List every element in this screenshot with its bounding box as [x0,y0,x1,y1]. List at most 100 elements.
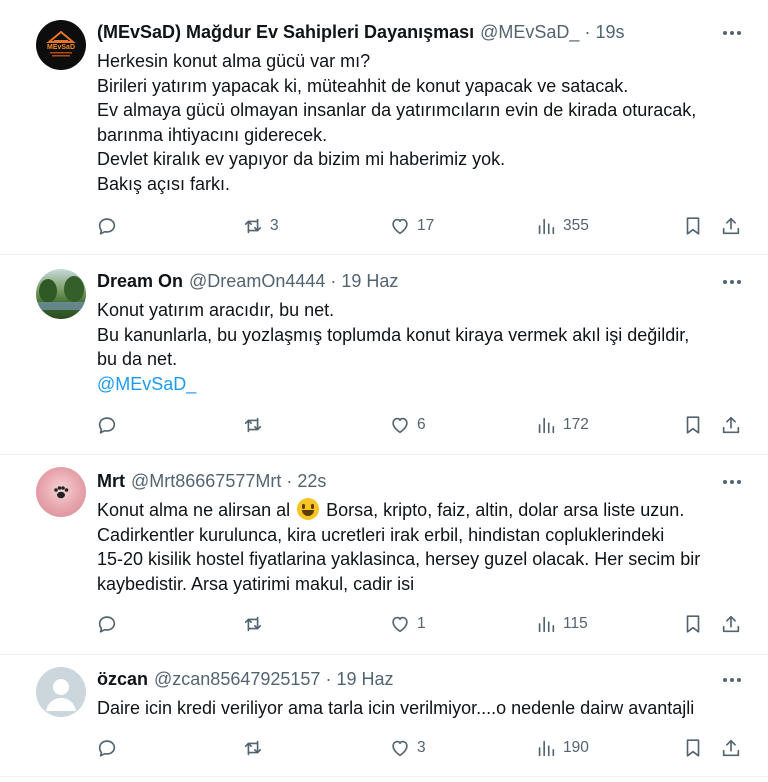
tweet-4[interactable]: özcan @zcan85647925157 · 19 Haz Daire ic… [0,655,768,777]
user-handle[interactable]: @DreamOn4444 [189,271,325,292]
like-button[interactable]: 17 [389,214,434,238]
tweet-line-start: Konut alma ne alirsan al [97,500,291,520]
bookmark-icon [686,416,700,434]
retweet-button[interactable] [242,612,270,636]
retweet-button[interactable] [242,736,270,760]
reply-button[interactable] [96,214,124,238]
share-icon [722,739,740,757]
reply-button[interactable] [96,736,124,760]
tweet-line-end: Borsa, kripto, faiz, altin, dolar arsa l… [326,500,685,520]
share-button[interactable] [720,612,742,636]
separator-dot: · [584,21,591,42]
timeline-feed: MEvSaD (MEvSaD) Mağdur Ev Sahipleri Daya… [0,0,768,782]
tweet-line: Konut alma ne alirsan al Borsa, kripto, … [97,498,747,523]
user-handle[interactable]: @zcan85647925157 [154,669,320,690]
avatar-dreamon[interactable] [36,269,86,319]
retweet-icon [244,616,262,632]
tweet-actions: 3 17 355 [0,214,768,238]
like-icon [392,218,408,235]
views-icon [538,417,555,434]
separator-dot: · [325,668,332,689]
more-icon[interactable] [720,470,744,494]
views-count: 355 [563,217,589,234]
more-icon[interactable] [720,270,744,294]
bookmark-icon [686,217,700,235]
like-button[interactable]: 3 [389,736,426,760]
tweet-header: Dream On @DreamOn4444 · 19 Haz [97,269,398,293]
mention-link[interactable]: @MEvSaD_ [97,372,747,397]
avatar-logo-text: MEvSaD [47,44,75,51]
retweet-icon [244,740,262,756]
tweet-line: Birileri yatırım yapacak ki, müteahhit d… [97,75,629,96]
like-icon [392,616,408,633]
like-icon [392,417,408,434]
tweet-line: bu da net. [97,349,178,369]
views-icon [538,740,555,757]
tweet-line: Devlet kiralık ev yapıyor da bizim mi ha… [97,149,506,169]
views-count: 190 [563,739,589,756]
retweet-button[interactable] [242,413,270,437]
reply-button[interactable] [96,413,124,437]
tweet-line: barınma ihtiyacını giderecek. [97,124,328,145]
display-name[interactable]: Mrt [97,471,125,492]
display-name[interactable]: (MEvSaD) Mağdur Ev Sahipleri Dayanışması [97,22,474,43]
bookmark-button[interactable] [682,612,704,636]
like-icon [392,740,408,757]
tweet-line: Cadirkentler kurulunca, kira ucretleri i… [97,524,665,545]
reply-icon [98,417,116,434]
reply-button[interactable] [96,612,124,636]
tweet-actions: 1 115 [0,612,768,636]
like-button[interactable]: 6 [389,413,426,437]
tweet-header: özcan @zcan85647925157 · 19 Haz [97,667,393,691]
share-button[interactable] [720,413,742,437]
tweet-time[interactable]: 19 Haz [336,669,393,690]
tweet-3[interactable]: Mrt @Mrt86667577Mrt · 22s Konut alma ne … [0,455,768,655]
bookmark-button[interactable] [682,214,704,238]
tweet-2[interactable]: Dream On @DreamOn4444 · 19 Haz Konut yat… [0,255,768,455]
views-count: 115 [563,615,588,632]
retweet-icon [244,417,262,433]
views-icon [538,218,555,235]
tweet-text: Konut yatırım aracıdır, bu net. Bu kanun… [97,298,747,396]
avatar-mevsad[interactable]: MEvSaD [36,20,86,70]
tweet-line: Bakış açısı farkı. [97,173,231,194]
tweet-time[interactable]: 22s [297,471,326,492]
avatar-default[interactable] [36,667,86,717]
display-name[interactable]: Dream On [97,271,183,292]
more-icon[interactable] [720,21,744,45]
tweet-line: Ev almaya gücü olmayan insanlar da yatır… [97,100,697,120]
like-count: 1 [417,615,426,632]
like-button[interactable]: 1 [389,612,426,636]
bookmark-icon [686,615,700,633]
tweet-line: Herkesin konut alma gücü var mı? [97,51,371,71]
user-handle[interactable]: @Mrt86667577Mrt [131,471,281,492]
like-count: 17 [417,217,435,234]
tweet-line: kaybedistir. Arsa yatirimi makul, cadir … [97,573,415,594]
share-icon [722,217,740,235]
user-handle[interactable]: @MEvSaD_ [480,22,579,43]
views-button[interactable]: 172 [535,413,589,437]
display-name[interactable]: özcan [97,669,148,690]
views-icon [538,616,555,633]
views-button[interactable]: 190 [535,736,589,760]
share-button[interactable] [720,736,742,760]
grinning-face-emoji-icon [297,498,320,520]
bookmark-button[interactable] [682,413,704,437]
retweet-button[interactable]: 3 [242,214,279,238]
bookmark-button[interactable] [682,736,704,760]
tweet-line: Daire icin kredi veriliyor ama tarla ici… [97,698,695,718]
views-button[interactable]: 355 [535,214,589,238]
more-icon[interactable] [720,668,744,692]
avatar-mrt[interactable] [36,467,86,517]
share-button[interactable] [720,214,742,238]
tweet-text: Konut alma ne alirsan al Borsa, kripto, … [97,498,747,596]
retweet-count: 3 [270,217,279,234]
retweet-icon [244,218,262,234]
share-icon [722,416,740,434]
views-count: 172 [563,416,589,433]
tweet-line: Bu kanunlarla, bu yozlaşmış toplumda kon… [97,324,690,345]
views-button[interactable]: 115 [535,612,588,636]
tweet-time[interactable]: 19 Haz [341,271,398,292]
tweet-time[interactable]: 19s [595,22,624,43]
tweet-1[interactable]: MEvSaD (MEvSaD) Mağdur Ev Sahipleri Daya… [0,0,768,255]
